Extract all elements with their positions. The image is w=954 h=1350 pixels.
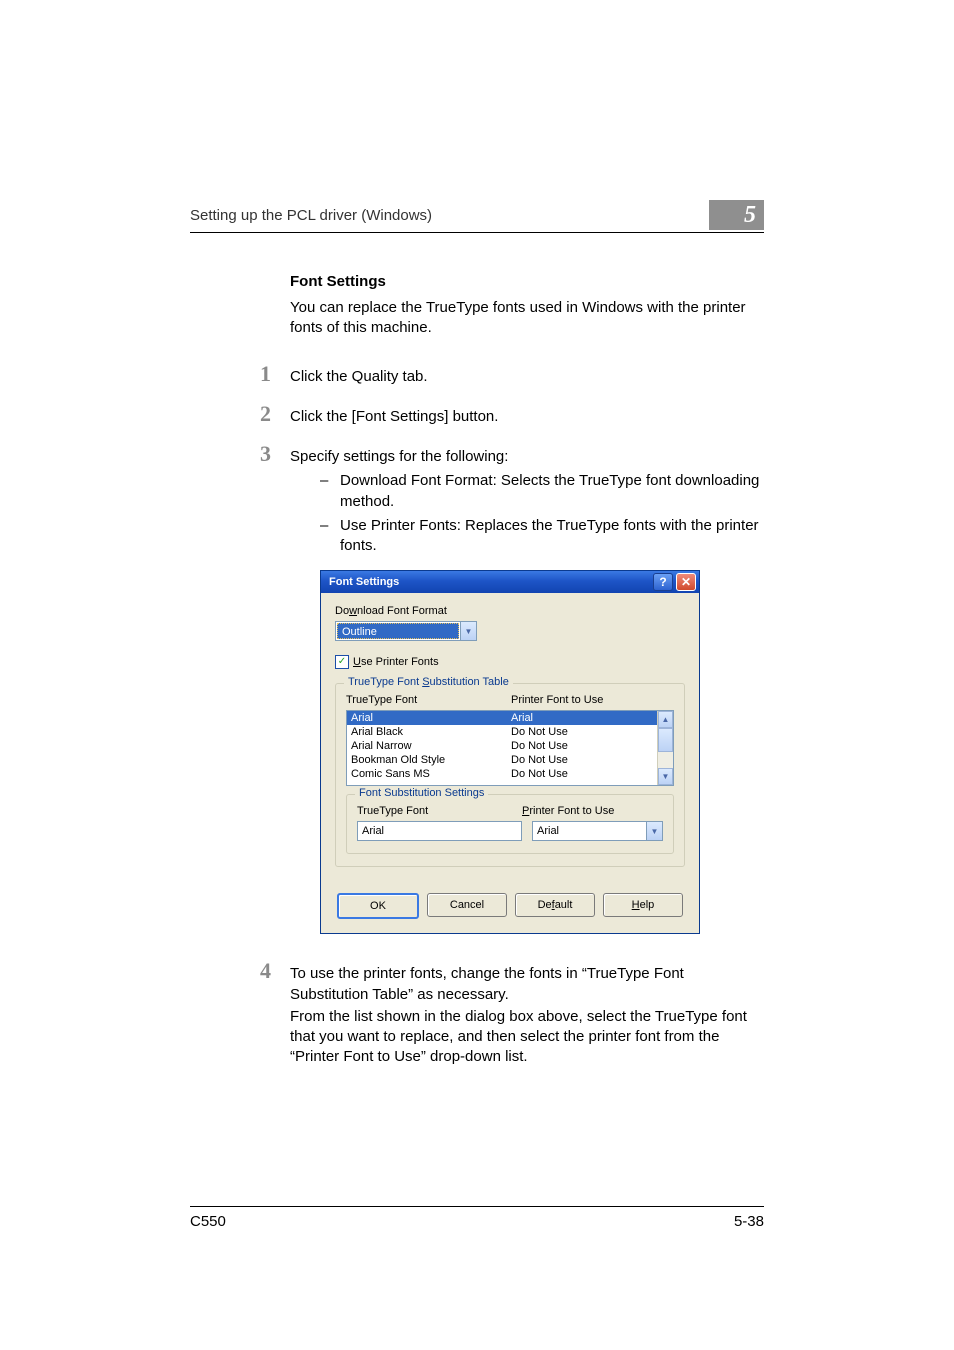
step-number: 4 <box>260 958 290 984</box>
dialog-title: Font Settings <box>329 576 399 588</box>
sub-text: Use Printer Fonts: Replaces the TrueType… <box>340 516 764 557</box>
column-header-printer-font: Printer Font to Use <box>511 694 674 706</box>
substitution-table-group: TrueType Font Substitution Table TrueTyp… <box>335 683 685 867</box>
group-legend: Font Substitution Settings <box>355 787 488 799</box>
download-font-format-dropdown[interactable]: Outline ▼ <box>335 621 477 641</box>
default-button[interactable]: Default <box>515 893 595 917</box>
list-item[interactable]: Arial NarrowDo Not Use <box>347 739 657 753</box>
ok-button[interactable]: OK <box>337 893 419 919</box>
checkbox-label: Use Printer Fonts <box>353 656 439 668</box>
chevron-down-icon: ▼ <box>460 622 476 640</box>
help-button[interactable]: Help <box>603 893 683 917</box>
step-text: Specify settings for the following: <box>290 447 508 467</box>
chevron-down-icon: ▼ <box>646 822 662 840</box>
cancel-button[interactable]: Cancel <box>427 893 507 917</box>
scroll-thumb[interactable] <box>658 728 673 752</box>
step-sub-item: –Use Printer Fonts: Replaces the TrueTyp… <box>320 516 764 557</box>
list-item[interactable]: ArialArial <box>347 711 657 725</box>
font-settings-dialog: Font Settings ? ✕ Download Font Format O… <box>320 570 700 934</box>
truetype-font-display: Arial <box>357 821 522 841</box>
list-item[interactable]: Comic Sans MSDo Not Use <box>347 767 657 781</box>
step-text: Click the Quality tab. <box>290 367 428 387</box>
titlebar-help-button[interactable]: ? <box>653 573 673 591</box>
label-printer-font-to-use: Printer Font to Use <box>522 805 663 817</box>
dropdown-selected-value: Outline <box>337 623 459 639</box>
sub-text: Download Font Format: Selects the TrueTy… <box>340 471 764 512</box>
scroll-down-button[interactable]: ▼ <box>658 768 673 785</box>
running-head-title: Setting up the PCL driver (Windows) <box>190 207 432 230</box>
intro-paragraph: You can replace the TrueType fonts used … <box>290 298 764 339</box>
download-font-format-label: Download Font Format <box>335 605 685 617</box>
font-substitution-settings-group: Font Substitution Settings TrueType Font… <box>346 794 674 854</box>
step-sub-item: –Download Font Format: Selects the TrueT… <box>320 471 764 512</box>
printer-font-dropdown[interactable]: Arial ▼ <box>532 821 663 841</box>
step-number: 1 <box>260 361 290 387</box>
list-item[interactable]: Arial BlackDo Not Use <box>347 725 657 739</box>
list-item[interactable]: Bookman Old StyleDo Not Use <box>347 753 657 767</box>
scrollbar[interactable]: ▲ ▼ <box>657 711 673 785</box>
footer-left: C550 <box>190 1213 226 1230</box>
dialog-titlebar: Font Settings ? ✕ <box>321 571 699 593</box>
footer-right: 5-38 <box>734 1213 764 1230</box>
chapter-number-tab: 5 <box>709 200 764 230</box>
step-follow-text: From the list shown in the dialog box ab… <box>290 1007 764 1068</box>
dropdown-selected-value: Arial <box>533 822 646 840</box>
titlebar-close-button[interactable]: ✕ <box>676 573 696 591</box>
label-truetype-font: TrueType Font <box>357 805 522 817</box>
step-number: 2 <box>260 401 290 427</box>
step-text: To use the printer fonts, change the fon… <box>290 964 764 1005</box>
step-number: 3 <box>260 441 290 467</box>
step-text: Click the [Font Settings] button. <box>290 407 498 427</box>
substitution-listbox[interactable]: ArialArial Arial BlackDo Not Use Arial N… <box>346 710 674 786</box>
column-header-truetype: TrueType Font <box>346 694 511 706</box>
use-printer-fonts-checkbox[interactable]: ✓ Use Printer Fonts <box>335 655 685 669</box>
section-heading: Font Settings <box>290 273 764 290</box>
group-legend: TrueType Font Substitution Table <box>344 676 513 688</box>
checkbox-icon: ✓ <box>335 655 349 669</box>
scroll-up-button[interactable]: ▲ <box>658 711 673 728</box>
